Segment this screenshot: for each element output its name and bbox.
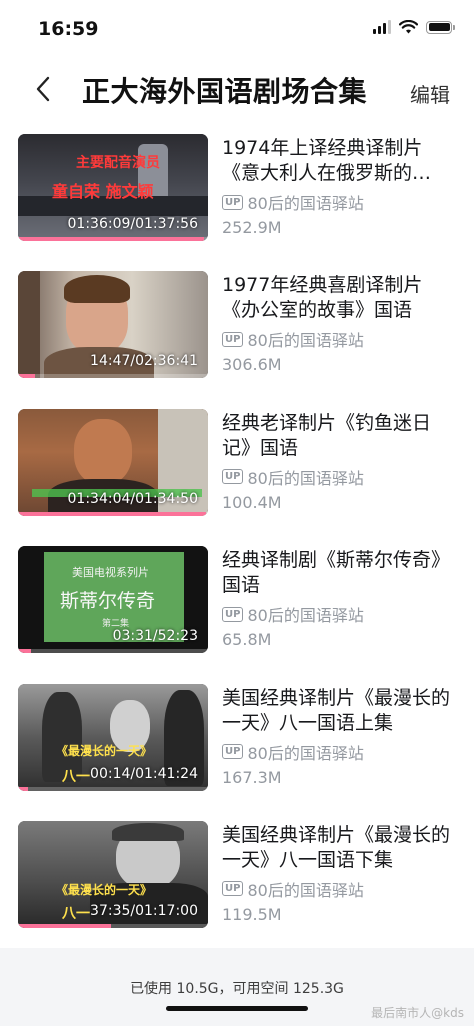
- video-info: 1977年经典喜剧译制片《办公室的故事》国语 UP 80后的国语驿站 306.6…: [222, 273, 458, 374]
- overlay-caption: 斯蒂尔传奇: [60, 590, 156, 613]
- video-item[interactable]: 14:47/02:36:41 1977年经典喜剧译制片《办公室的故事》国语 UP…: [0, 271, 474, 408]
- file-size: 119.5M: [222, 904, 282, 924]
- video-info: 经典老译制片《钓鱼迷日记》国语 UP 80后的国语驿站 100.4M: [222, 411, 458, 512]
- video-thumbnail[interactable]: 主要配音演员 童自荣 施文颖 01:36:09/01:37:56: [18, 134, 208, 241]
- video-thumbnail[interactable]: 01:34:04/01:34:50: [18, 408, 208, 516]
- status-bar: 16:59: [0, 0, 474, 56]
- video-thumbnail[interactable]: 《最漫长的一天》 八一 37:35/01:17:00: [18, 820, 208, 928]
- video-info: 美国经典译制片《最漫长的一天》八一国语下集 UP 80后的国语驿站 119.5M: [222, 823, 458, 924]
- watch-progress-fill: [18, 374, 36, 379]
- video-duration: 03:31/52:23: [112, 628, 198, 645]
- video-title: 美国经典译制片《最漫长的一天》八一国语下集: [222, 823, 451, 871]
- uploader-row: UP 80后的国语驿站: [222, 328, 458, 350]
- page-title: 正大海外国语剧场合集: [82, 75, 368, 108]
- battery-icon: [426, 20, 455, 34]
- up-badge-icon: UP: [222, 606, 244, 622]
- video-title: 美国经典译制片《最漫长的一天》八一国语上集: [222, 686, 451, 734]
- video-item[interactable]: 主要配音演员 童自荣 施文颖 01:36:09/01:37:56 1974年上译…: [0, 134, 474, 271]
- file-size: 306.6M: [222, 355, 282, 375]
- uploader-row: UP 80后的国语驿站: [222, 603, 458, 625]
- file-size: 167.3M: [222, 767, 282, 787]
- uploader-name: 80后的国语驿站: [247, 606, 364, 626]
- video-duration: 14:47/02:36:41: [90, 353, 198, 370]
- video-info: 经典译制剧《斯蒂尔传奇》国语 UP 80后的国语驿站 65.8M: [222, 548, 458, 649]
- up-badge-icon: UP: [222, 469, 244, 485]
- video-item[interactable]: 《最漫长的一天》 八一 37:35/01:17:00 美国经典译制片《最漫长的一…: [0, 820, 474, 958]
- watch-progress-bar: [18, 237, 208, 241]
- uploader-name: 80后的国语驿站: [247, 743, 364, 763]
- overlay-caption: 八一: [62, 905, 90, 922]
- edit-button[interactable]: 编辑: [410, 79, 450, 108]
- video-thumbnail[interactable]: 美国电视系列片 斯蒂尔传奇 第二集 03:31/52:23: [18, 546, 208, 654]
- uploader-name: 80后的国语驿站: [247, 194, 364, 213]
- file-size: 100.4M: [222, 492, 282, 512]
- watch-progress-bar: [18, 649, 208, 654]
- overlay-caption: 《最漫长的一天》: [56, 743, 153, 758]
- up-badge-icon: UP: [222, 881, 244, 897]
- watch-progress-bar: [18, 786, 208, 791]
- chevron-left-icon: [36, 76, 50, 102]
- uploader-name: 80后的国语驿站: [247, 880, 364, 900]
- video-item[interactable]: 美国电视系列片 斯蒂尔传奇 第二集 03:31/52:23 经典译制剧《斯蒂尔传…: [0, 546, 474, 683]
- video-duration: 37:35/01:17:00: [90, 902, 198, 919]
- uploader-row: UP 80后的国语驿站: [222, 741, 458, 763]
- video-title: 经典老译制片《钓鱼迷日记》国语: [222, 411, 432, 459]
- watch-progress-bar: [18, 923, 208, 928]
- nav-bar: 正大海外国语剧场合集 编辑: [0, 60, 474, 118]
- video-info: 1974年上译经典译制片《意大利人在俄罗斯的… UP 80后的国语驿站 252.…: [222, 136, 458, 237]
- video-thumbnail[interactable]: 14:47/02:36:41: [18, 271, 208, 379]
- video-duration: 00:14/01:41:24: [90, 765, 198, 782]
- file-size: 65.8M: [222, 630, 272, 650]
- uploader-name: 80后的国语驿站: [247, 468, 364, 488]
- watch-progress-bar: [18, 511, 208, 516]
- overlay-caption: 八一: [62, 768, 90, 785]
- storage-usage-text: 已使用 10.5G，可用空间 125.3G: [130, 981, 344, 997]
- file-size: 252.9M: [222, 218, 282, 237]
- status-icons: [373, 20, 455, 34]
- watch-progress-fill: [18, 511, 207, 516]
- overlay-caption: 美国电视系列片: [72, 566, 149, 580]
- home-indicator[interactable]: [166, 1006, 308, 1011]
- video-list: 主要配音演员 童自荣 施文颖 01:36:09/01:37:56 1974年上译…: [0, 134, 474, 958]
- overlay-caption: 《最漫长的一天》: [56, 882, 153, 897]
- watch-progress-fill: [18, 923, 112, 928]
- overlay-caption: 童自荣 施文颖: [52, 182, 154, 201]
- uploader-row: UP 80后的国语驿站: [222, 466, 458, 488]
- status-time: 16:59: [38, 18, 99, 40]
- back-button[interactable]: [26, 72, 60, 106]
- video-title: 1974年上译经典译制片《意大利人在俄罗斯的…: [222, 137, 432, 184]
- wifi-icon: [399, 20, 418, 34]
- watch-progress-fill: [18, 786, 28, 791]
- uploader-name: 80后的国语驿站: [247, 331, 364, 351]
- video-duration: 01:36:09/01:37:56: [67, 216, 198, 232]
- video-info: 美国经典译制片《最漫长的一天》八一国语上集 UP 80后的国语驿站 167.3M: [222, 686, 458, 787]
- watch-progress-bar: [18, 374, 208, 379]
- video-title: 经典译制剧《斯蒂尔传奇》国语: [222, 549, 451, 597]
- uploader-row: UP 80后的国语驿站: [222, 191, 458, 213]
- uploader-row: UP 80后的国语驿站: [222, 878, 458, 900]
- video-title: 1977年经典喜剧译制片《办公室的故事》国语: [222, 274, 423, 322]
- overlay-caption: 主要配音演员: [76, 155, 160, 171]
- video-item[interactable]: 《最漫长的一天》 八一 00:14/01:41:24 美国经典译制片《最漫长的一…: [0, 683, 474, 821]
- video-duration: 01:34:04/01:34:50: [67, 490, 198, 507]
- up-badge-icon: UP: [222, 331, 244, 347]
- up-badge-icon: UP: [222, 744, 244, 760]
- watch-progress-fill: [18, 237, 205, 241]
- watermark: 最后南市人@kds: [371, 1006, 464, 1020]
- cellular-signal-icon: [373, 20, 391, 34]
- video-thumbnail[interactable]: 《最漫长的一天》 八一 00:14/01:41:24: [18, 683, 208, 791]
- up-badge-icon: UP: [222, 194, 244, 210]
- watch-progress-fill: [18, 649, 32, 654]
- video-item[interactable]: 01:34:04/01:34:50 经典老译制片《钓鱼迷日记》国语 UP 80后…: [0, 408, 474, 546]
